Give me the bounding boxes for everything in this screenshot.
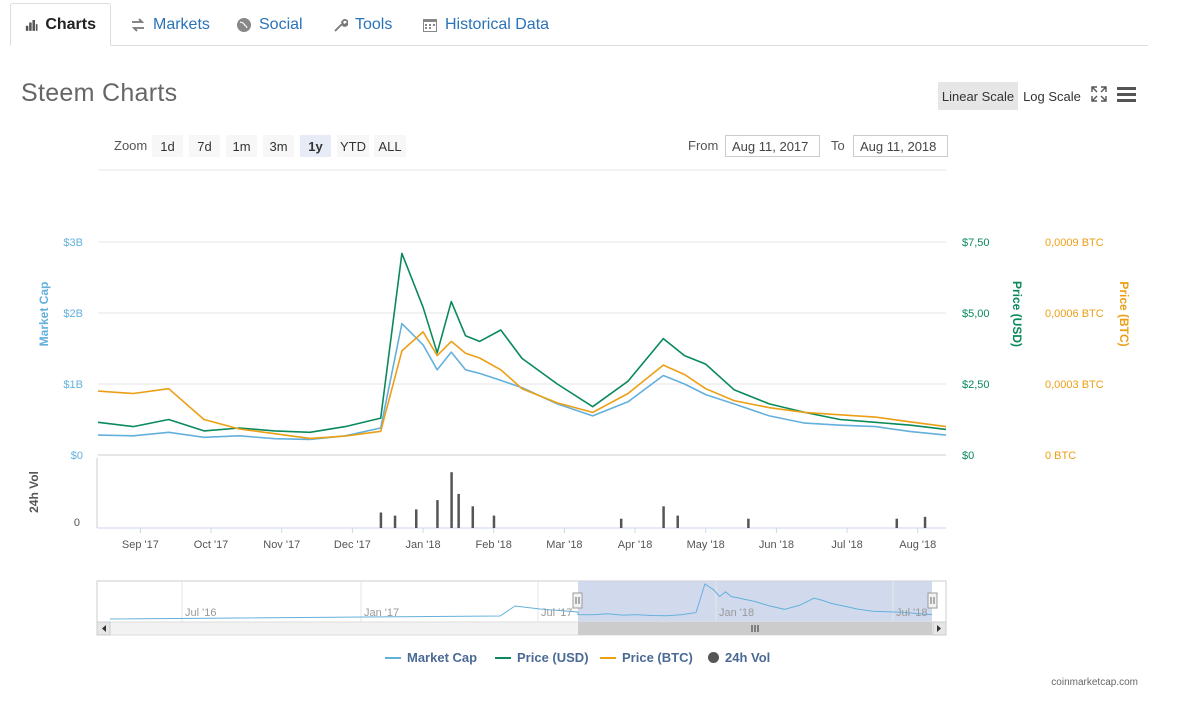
legend-price-usd[interactable]: Price (USD) xyxy=(495,650,589,665)
x-tick-label: Jan '18 xyxy=(405,539,440,551)
series-line-price-btc- xyxy=(97,331,947,440)
x-tick-label: Jun '18 xyxy=(759,539,794,551)
navigator-tick-label: Jan '17 xyxy=(364,607,399,619)
navigator-tick-label: Jul '17 xyxy=(541,607,572,619)
price-usd-tick: $2,50 xyxy=(962,379,990,391)
x-tick-label: May '18 xyxy=(687,539,725,551)
market-cap-axis: $0 $1B $2B $3B xyxy=(63,237,83,462)
price-usd-axis-title: Price (USD) xyxy=(1010,281,1024,347)
volume-bar xyxy=(415,509,418,528)
volume-axis-title: 24h Vol xyxy=(27,471,41,513)
market-cap-axis-title: Market Cap xyxy=(37,282,51,347)
series-line-market-cap xyxy=(97,322,947,441)
x-tick-label: Aug '18 xyxy=(899,539,936,551)
legend-price-btc[interactable]: Price (BTC) xyxy=(600,650,693,665)
navigator-tick-label: Jul '16 xyxy=(185,607,216,619)
volume-axis-tick: 0 xyxy=(74,517,80,529)
legend-swatch xyxy=(600,656,616,659)
market-cap-tick: $3B xyxy=(63,237,83,249)
volume-bar xyxy=(492,515,496,528)
legend-dot xyxy=(708,652,719,663)
x-tick-label: Jul '18 xyxy=(831,539,862,551)
steem-chart: $0 $1B $2B $3B $0 $2,50 $5,00 $7,50 0 BTC 0,000… xyxy=(27,169,1131,636)
series-line-price-usd- xyxy=(97,252,947,434)
price-usd-axis: $0 $2,50 $5,00 $7,50 xyxy=(962,237,990,462)
price-btc-axis: 0 BTC 0,0003 BTC 0,0006 BTC 0,0009 BTC xyxy=(1045,237,1104,462)
volume-bar xyxy=(619,518,623,528)
volume-bar xyxy=(471,506,475,528)
volume-bar xyxy=(436,500,439,528)
volume-bar xyxy=(747,518,750,528)
navigator-right-handle[interactable] xyxy=(927,592,938,609)
price-btc-tick: 0,0009 BTC xyxy=(1045,237,1104,249)
volume-bar xyxy=(457,493,460,528)
x-tick-label: Apr '18 xyxy=(618,539,653,551)
price-usd-tick: $7,50 xyxy=(962,237,990,249)
navigator-left-handle[interactable] xyxy=(572,592,583,609)
gridlines xyxy=(98,241,946,456)
price-btc-axis-title: Price (BTC) xyxy=(1117,281,1131,346)
navigator[interactable]: Jul '16 Jan '17 Jul '17 Jan '18 Jul '18 xyxy=(96,580,947,623)
volume-bar xyxy=(662,506,665,528)
legend-swatch xyxy=(495,656,511,659)
x-tick-label: Mar '18 xyxy=(546,539,582,551)
chart-legend: Market Cap Price (USD) Price (BTC) 24h V… xyxy=(0,650,1192,668)
credit-link[interactable]: coinmarketcap.com xyxy=(1051,677,1138,688)
volume-bar xyxy=(676,515,679,528)
x-tick-label: Sep '17 xyxy=(122,539,159,551)
price-usd-tick: $0 xyxy=(962,450,974,462)
volume-bar xyxy=(393,515,397,528)
scrollbar[interactable] xyxy=(96,621,947,636)
series-lines xyxy=(97,252,947,441)
x-tick-label: Oct '17 xyxy=(194,539,229,551)
market-cap-tick: $2B xyxy=(63,308,83,320)
volume-bar xyxy=(450,472,453,528)
volume-bar xyxy=(923,516,927,528)
volume-bars xyxy=(379,472,927,528)
price-usd-tick: $5,00 xyxy=(962,308,990,320)
x-tick-label: Feb '18 xyxy=(476,539,512,551)
navigator-tick-label: Jan '18 xyxy=(719,607,754,619)
market-cap-tick: $0 xyxy=(71,450,83,462)
legend-swatch xyxy=(385,656,401,659)
price-btc-tick: 0 BTC xyxy=(1045,450,1076,462)
price-btc-tick: 0,0003 BTC xyxy=(1045,379,1104,391)
market-cap-tick: $1B xyxy=(63,379,83,391)
x-tick-label: Dec '17 xyxy=(334,539,371,551)
legend-market-cap[interactable]: Market Cap xyxy=(385,650,477,665)
legend-label: Market Cap xyxy=(407,650,478,665)
legend-label: 24h Vol xyxy=(725,650,771,665)
volume-bar xyxy=(895,518,899,528)
legend-24h-vol[interactable]: 24h Vol xyxy=(708,650,770,665)
price-btc-tick: 0,0006 BTC xyxy=(1045,308,1104,320)
x-tick-label: Nov '17 xyxy=(263,539,300,551)
legend-label: Price (BTC) xyxy=(622,650,693,665)
navigator-tick-label: Jul '18 xyxy=(896,607,927,619)
volume-bar xyxy=(379,512,383,528)
x-axis: Sep '17 Oct '17 Nov '17 Dec '17 Jan '18 Feb '… xyxy=(122,528,936,551)
legend-label: Price (USD) xyxy=(517,650,589,665)
